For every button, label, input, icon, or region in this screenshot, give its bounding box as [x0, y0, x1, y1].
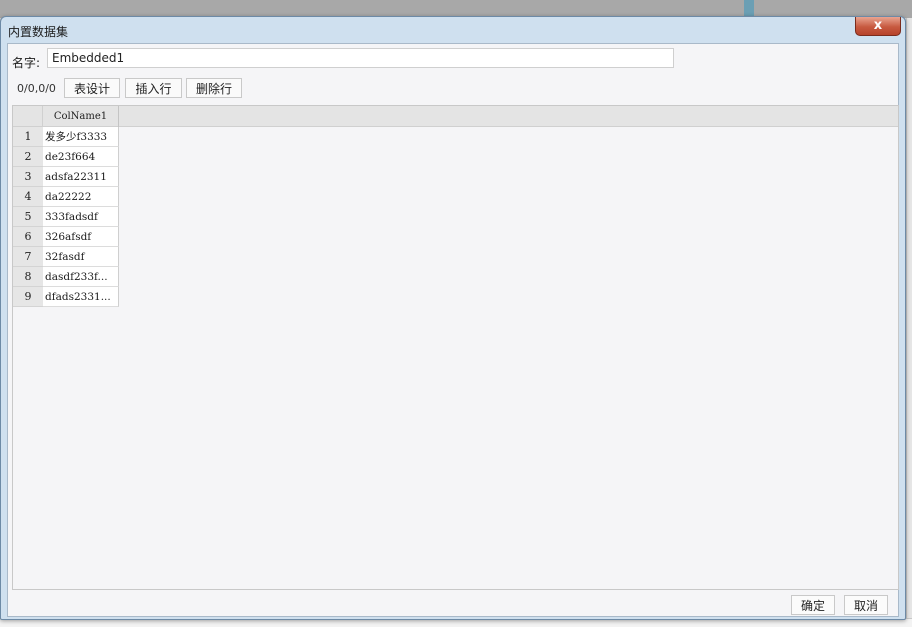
close-button[interactable]: x	[855, 17, 901, 36]
row-number[interactable]: 5	[13, 207, 43, 227]
table-row: 8 dasdf233f...	[13, 267, 119, 287]
table-design-button[interactable]: 表设计	[64, 78, 120, 98]
insert-row-button[interactable]: 插入行	[125, 78, 182, 98]
table-cell[interactable]: de23f664	[43, 147, 119, 167]
name-input[interactable]	[47, 48, 674, 68]
table-cell[interactable]: 326afsdf	[43, 227, 119, 247]
name-label: 名字:	[12, 56, 41, 70]
row-number[interactable]: 3	[13, 167, 43, 187]
table-row: 5 333fadsdf	[13, 207, 119, 227]
table-row: 7 32fasdf	[13, 247, 119, 267]
table-cell[interactable]: 发多少f3333	[43, 127, 119, 147]
grid-header-row: ColName1	[13, 106, 898, 127]
row-number[interactable]: 1	[13, 127, 43, 147]
embedded-dataset-dialog: 内置数据集 x 名字: 0/0,0/0 表设计 插入行 删除行 ColName1…	[0, 16, 906, 620]
cancel-button[interactable]: 取消	[844, 595, 888, 615]
table-cell[interactable]: 333fadsdf	[43, 207, 119, 227]
delete-row-button[interactable]: 删除行	[186, 78, 242, 98]
close-icon: x	[873, 18, 883, 33]
row-number[interactable]: 2	[13, 147, 43, 167]
dialog-client-area: 名字: 0/0,0/0 表设计 插入行 删除行 ColName1 1 发多少f3…	[7, 43, 899, 617]
row-number[interactable]: 6	[13, 227, 43, 247]
table-cell[interactable]: da22222	[43, 187, 119, 207]
ok-button[interactable]: 确定	[791, 595, 835, 615]
data-grid[interactable]: ColName1 1 发多少f3333 2 de23f664 3 adsfa22…	[12, 105, 899, 590]
grid-corner-cell[interactable]	[13, 106, 43, 127]
row-number[interactable]: 7	[13, 247, 43, 267]
table-row: 9 dfads2331...	[13, 287, 119, 307]
table-row: 1 发多少f3333	[13, 127, 119, 147]
row-number[interactable]: 9	[13, 287, 43, 307]
dialog-titlebar[interactable]: 内置数据集 x	[1, 17, 905, 43]
background-app-edge	[906, 18, 912, 618]
table-cell[interactable]: dasdf233f...	[43, 267, 119, 287]
row-number[interactable]: 8	[13, 267, 43, 287]
cursor-position-status: 0/0,0/0	[17, 82, 56, 95]
column-header-colname1[interactable]: ColName1	[43, 106, 119, 127]
dialog-title: 内置数据集	[8, 25, 69, 39]
table-row: 4 da22222	[13, 187, 119, 207]
table-row: 3 adsfa22311	[13, 167, 119, 187]
table-cell[interactable]: 32fasdf	[43, 247, 119, 267]
table-cell[interactable]: adsfa22311	[43, 167, 119, 187]
row-number[interactable]: 4	[13, 187, 43, 207]
table-row: 2 de23f664	[13, 147, 119, 167]
table-cell[interactable]: dfads2331...	[43, 287, 119, 307]
table-row: 6 326afsdf	[13, 227, 119, 247]
